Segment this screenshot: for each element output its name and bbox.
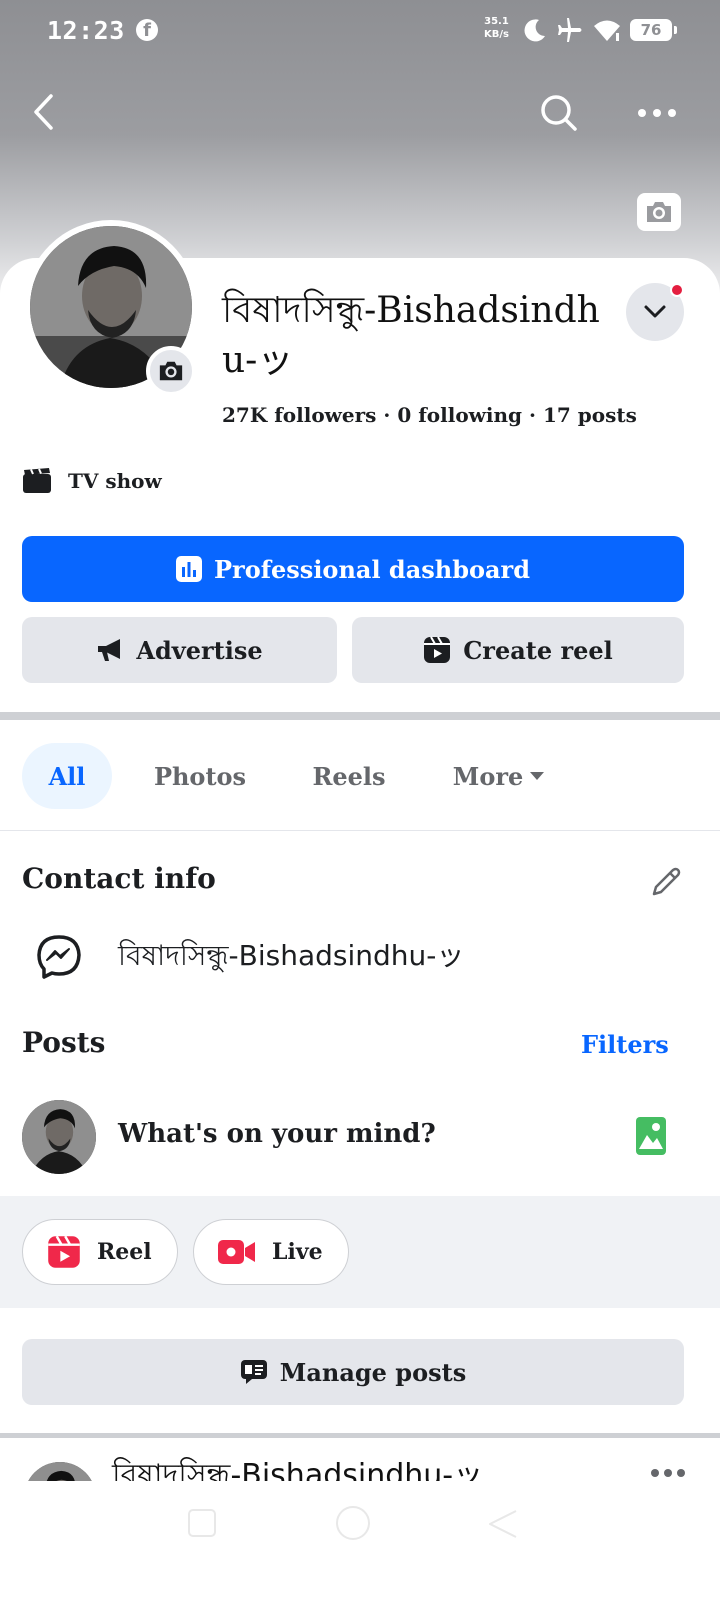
wifi-icon bbox=[594, 20, 620, 41]
messenger-username: বিষাদসিন্ধু-Bishadsindhu-ッ bbox=[118, 938, 465, 972]
advertise-button[interactable]: Advertise bbox=[22, 617, 337, 683]
section-divider bbox=[0, 712, 720, 720]
recents-button[interactable] bbox=[186, 1507, 218, 1543]
camera-icon bbox=[647, 202, 671, 222]
more-icon bbox=[651, 1469, 685, 1477]
tab-all[interactable]: All bbox=[22, 743, 112, 809]
caret-down-icon bbox=[530, 772, 545, 780]
moon-icon bbox=[524, 19, 545, 42]
advertise-label: Advertise bbox=[136, 635, 263, 665]
followers-count[interactable]: 27K bbox=[222, 403, 267, 427]
reel-icon bbox=[424, 636, 451, 663]
composer-avatar[interactable] bbox=[22, 1100, 96, 1174]
edit-cover-button[interactable] bbox=[637, 193, 681, 231]
dot-separator: · bbox=[529, 403, 543, 427]
network-speed-unit: KB/s bbox=[484, 29, 509, 40]
manage-posts-icon bbox=[240, 1360, 267, 1384]
status-time: 12:23 bbox=[47, 16, 125, 45]
back-system-button[interactable] bbox=[486, 1507, 520, 1545]
home-button[interactable] bbox=[334, 1504, 372, 1546]
page-category: TV show bbox=[22, 466, 162, 496]
manage-posts-label: Manage posts bbox=[279, 1357, 467, 1387]
edit-contact-button[interactable] bbox=[646, 862, 686, 902]
tabs-divider bbox=[0, 830, 720, 831]
facebook-icon: f bbox=[136, 19, 158, 41]
tab-photos[interactable]: Photos bbox=[112, 743, 288, 809]
manage-posts-button[interactable]: Manage posts bbox=[22, 1339, 684, 1405]
professional-dashboard-button[interactable]: Professional dashboard bbox=[22, 536, 684, 602]
create-reel-label: Create reel bbox=[463, 635, 613, 665]
live-chip[interactable]: Live bbox=[193, 1219, 349, 1285]
posts-count: 17 bbox=[542, 403, 571, 427]
professional-dashboard-label: Professional dashboard bbox=[214, 554, 530, 584]
back-button[interactable] bbox=[22, 90, 66, 134]
create-reel-button[interactable]: Create reel bbox=[352, 617, 684, 683]
contact-info-title: Contact info bbox=[22, 862, 216, 895]
posts-title: Posts bbox=[22, 1026, 106, 1059]
network-speed: 35.1 KB/s bbox=[484, 15, 509, 41]
followers-label[interactable]: followers bbox=[274, 403, 376, 427]
search-icon bbox=[541, 95, 577, 131]
section-divider bbox=[0, 1433, 720, 1438]
back-triangle-icon bbox=[489, 1510, 517, 1538]
add-photo-button[interactable] bbox=[636, 1117, 666, 1159]
posts-label: posts bbox=[577, 403, 637, 427]
photo-icon bbox=[636, 1117, 666, 1155]
avatar-photo bbox=[22, 1100, 96, 1174]
profile-tabs: All Photos Reels More bbox=[22, 743, 588, 809]
reel-chip-label: Reel bbox=[97, 1239, 152, 1265]
chevron-down-icon bbox=[644, 305, 666, 318]
search-button[interactable] bbox=[536, 90, 582, 136]
dot-separator: · bbox=[383, 403, 398, 427]
tab-reels[interactable]: Reels bbox=[288, 743, 410, 809]
airplane-icon bbox=[558, 18, 582, 42]
more-icon bbox=[638, 109, 676, 117]
network-speed-value: 35.1 bbox=[484, 16, 509, 27]
filters-link[interactable]: Filters bbox=[581, 1030, 669, 1059]
clapperboard-icon bbox=[23, 468, 51, 493]
dashboard-icon bbox=[176, 556, 202, 582]
composer-input[interactable]: What's on your mind? bbox=[118, 1119, 436, 1149]
profile-stats: 27K followers · 0 following · 17 posts bbox=[222, 403, 637, 427]
messenger-icon bbox=[37, 935, 81, 979]
recents-icon bbox=[188, 1509, 216, 1537]
category-label: TV show bbox=[68, 469, 162, 493]
reel-icon bbox=[48, 1235, 80, 1268]
megaphone-icon bbox=[98, 639, 121, 661]
tab-more[interactable]: More bbox=[410, 743, 588, 809]
camera-icon bbox=[159, 361, 183, 381]
edit-avatar-button[interactable] bbox=[146, 346, 196, 396]
tab-more-label: More bbox=[452, 761, 524, 791]
messenger-contact-row[interactable]: বিষাদসিন্ধু-Bishadsindhu-ッ bbox=[36, 932, 464, 982]
notification-dot bbox=[670, 283, 684, 297]
post-more-button[interactable] bbox=[650, 1463, 686, 1482]
following-count[interactable]: 0 bbox=[397, 403, 411, 427]
pencil-icon bbox=[652, 867, 681, 896]
more-button[interactable] bbox=[632, 96, 682, 130]
home-icon bbox=[336, 1506, 370, 1540]
profile-name: বিষাদসিন্ধু-Bishadsindhu-ッ bbox=[222, 290, 600, 381]
back-arrow-icon bbox=[34, 94, 53, 130]
reel-chip[interactable]: Reel bbox=[22, 1219, 178, 1285]
live-chip-label: Live bbox=[272, 1239, 323, 1265]
battery-indicator: 76 bbox=[630, 19, 677, 41]
live-video-icon bbox=[218, 1240, 255, 1264]
following-label[interactable]: following bbox=[418, 403, 522, 427]
status-bar: 12:23 f 35.1 KB/s 76 bbox=[0, 0, 720, 60]
status-icons: 76 bbox=[522, 16, 677, 44]
